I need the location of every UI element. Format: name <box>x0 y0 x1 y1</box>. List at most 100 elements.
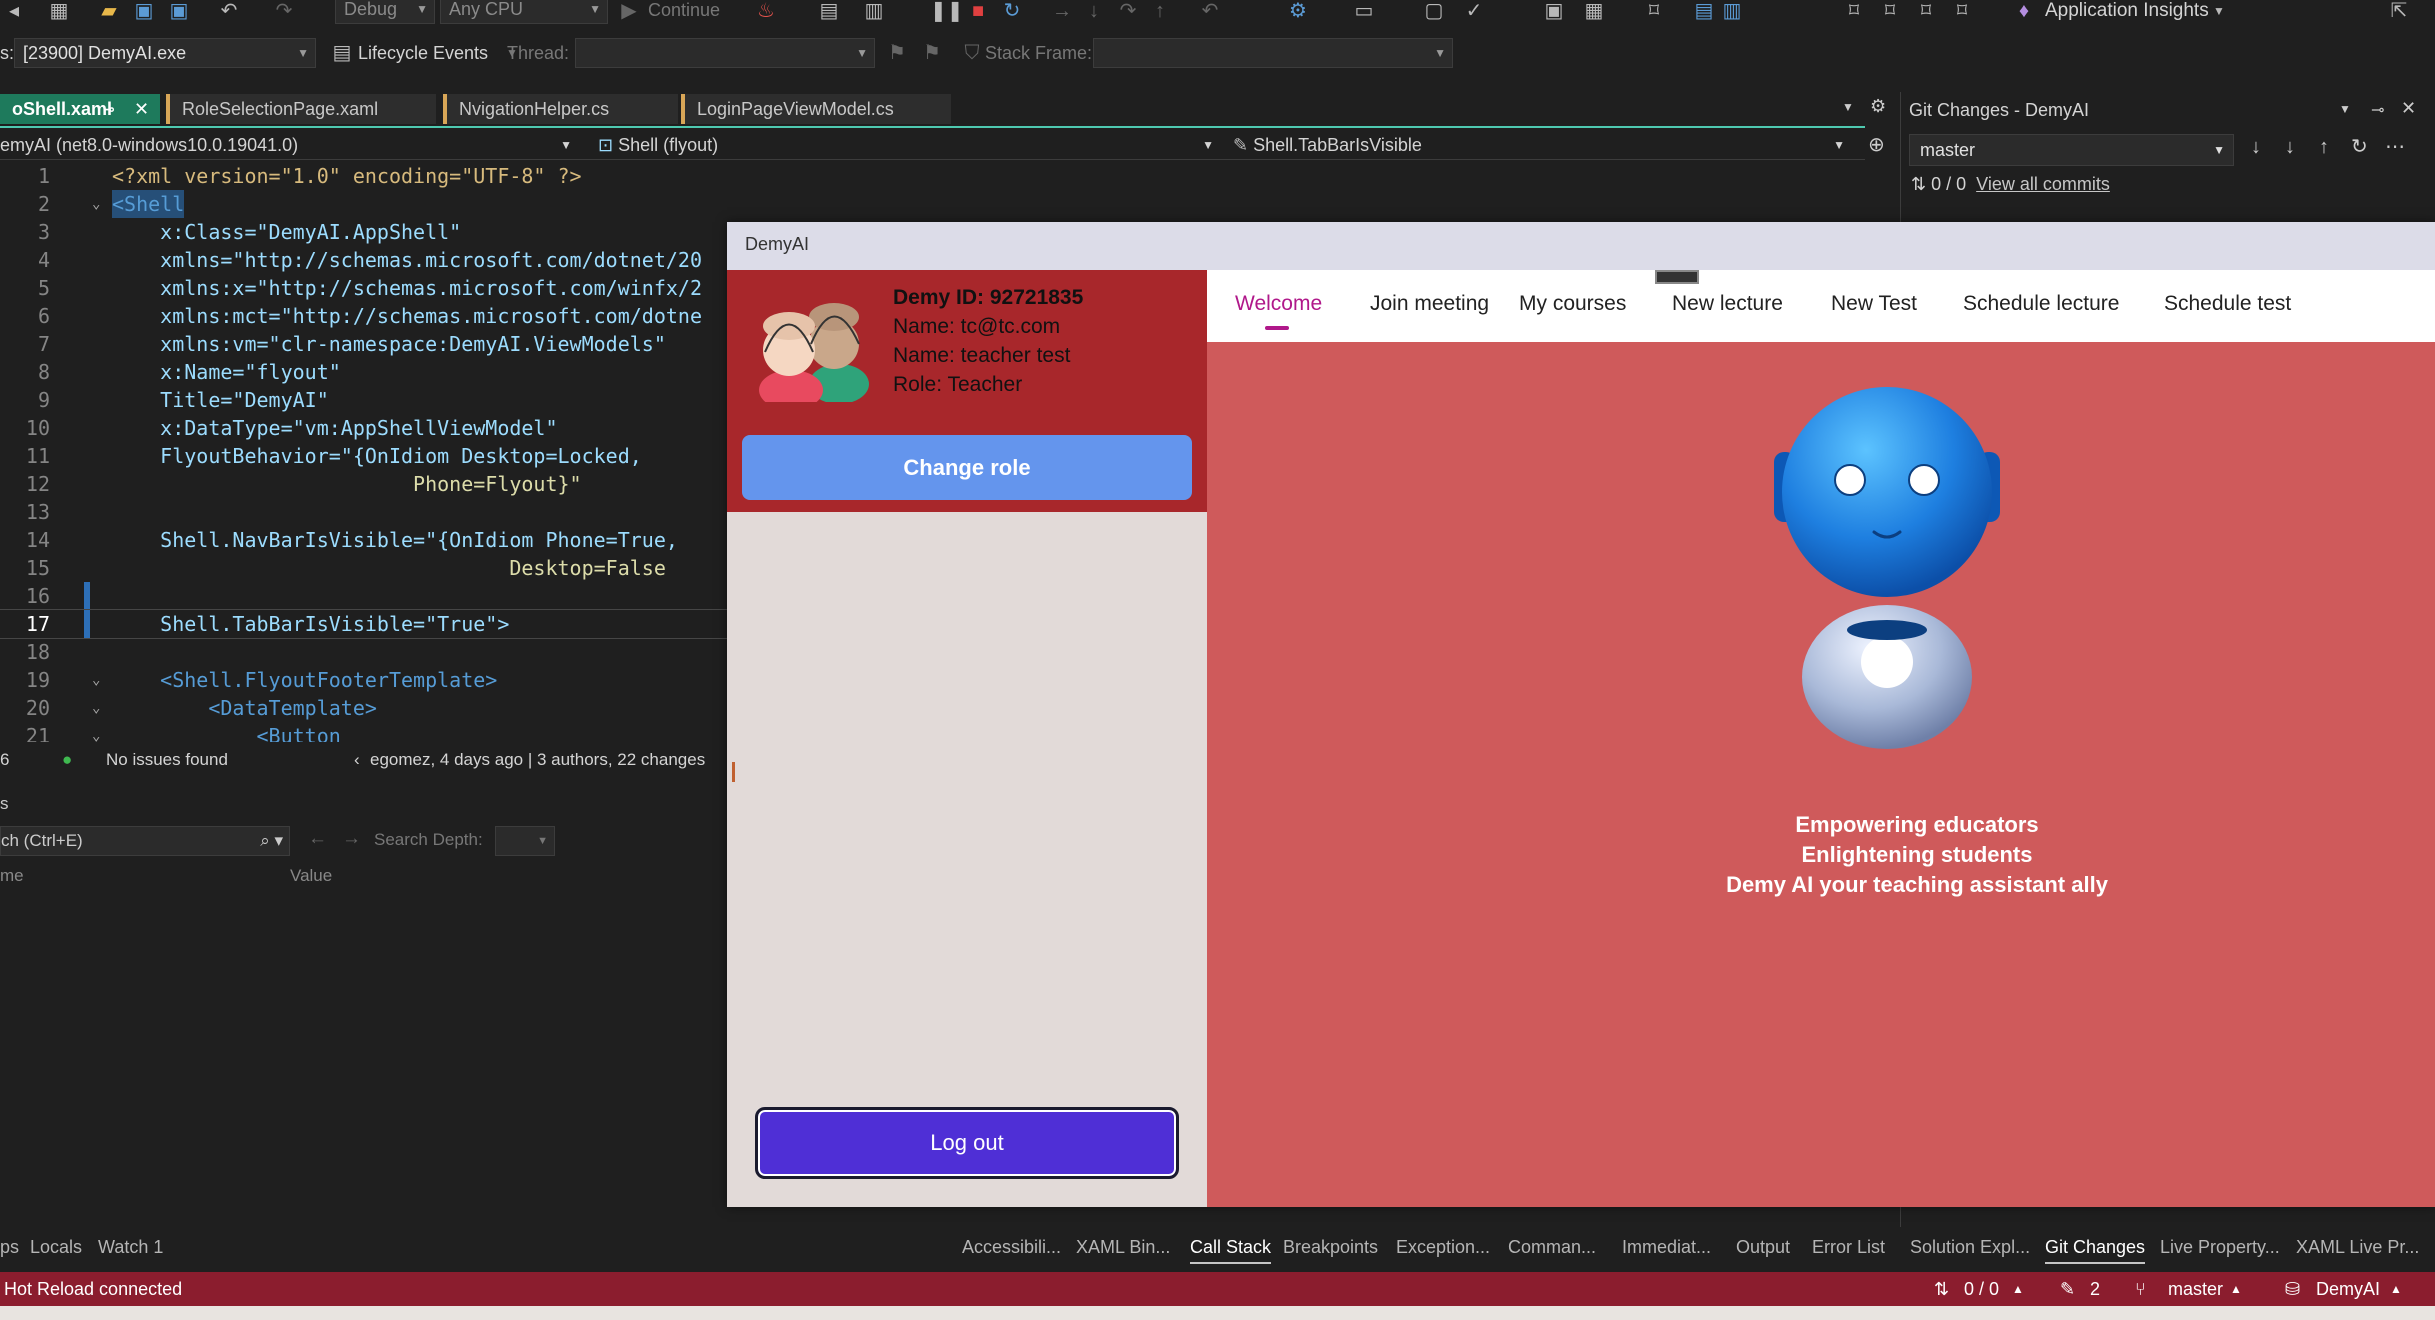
drag-handle[interactable] <box>1655 270 1699 284</box>
fetch-icon[interactable]: ↓ <box>2251 136 2261 159</box>
bookmark-icon[interactable]: ⌑ <box>1640 0 1668 24</box>
sync-icon[interactable]: ↻ <box>2351 134 2368 159</box>
application-insights-button[interactable]: Application Insights <box>2045 0 2209 26</box>
continue-button[interactable]: Continue <box>648 0 720 25</box>
settings-gear-icon[interactable]: ⚙ <box>1870 96 1886 117</box>
spell-check-icon[interactable]: ✓ <box>1460 0 1488 24</box>
redo-icon[interactable]: ↷ <box>270 0 298 24</box>
diagnostics-icon[interactable]: ▥ <box>860 0 888 24</box>
collapse-icon[interactable]: ⌄ <box>92 694 100 722</box>
branch-name[interactable]: master <box>2168 1272 2223 1306</box>
tab-join-meeting[interactable]: Join meeting <box>1370 292 1489 316</box>
view-all-commits-link[interactable]: View all commits <box>1976 174 2110 194</box>
tab-output[interactable]: Output <box>1736 1232 1790 1262</box>
device-icon[interactable]: ▭ <box>1350 0 1378 24</box>
code-editor[interactable]: 1 <?xml version="1.0" encoding="UTF-8" ?>… <box>0 162 730 742</box>
bookmark-next-icon[interactable]: ⌑ <box>1912 0 1940 24</box>
tab-login-page-viewmodel[interactable]: LoginPageViewModel.cs <box>681 94 951 124</box>
hot-reload-status[interactable]: Hot Reload connected <box>4 1272 182 1306</box>
git-blame-info[interactable]: egomez, 4 days ago | 3 authors, 22 chang… <box>370 746 705 774</box>
search-depth-select[interactable]: ▼ <box>495 826 555 856</box>
thread-select[interactable]: ▼ <box>575 38 875 68</box>
tab-error-list[interactable]: Error List <box>1812 1232 1885 1262</box>
step-out-icon[interactable]: ↑ <box>1146 0 1174 24</box>
scope-select[interactable]: ⊡ Shell (flyout) ▼ <box>598 132 1218 158</box>
stop-icon[interactable]: ■ <box>964 0 992 24</box>
tab-my-courses[interactable]: My courses <box>1519 292 1626 316</box>
bookmark-toggle-icon[interactable]: ⌑ <box>1840 0 1868 24</box>
more-options-icon[interactable]: ⋯ <box>2385 134 2405 159</box>
open-folder-icon[interactable]: ▰ <box>95 0 123 24</box>
hot-reload-ui-icon[interactable]: ▣ <box>1540 0 1568 24</box>
column-value-header[interactable]: Value <box>290 866 332 886</box>
close-icon[interactable]: ✕ <box>2401 98 2416 119</box>
hot-reload-icon[interactable]: ♨ <box>752 0 780 24</box>
close-icon[interactable]: ✕ <box>134 94 149 124</box>
tab-watch-1[interactable]: Watch 1 <box>98 1232 163 1262</box>
search-icon[interactable]: ⌕ ▾ <box>260 827 283 855</box>
performance-icon[interactable]: ⚙ <box>1284 0 1312 24</box>
share-icon[interactable]: ⇱ <box>2385 0 2413 24</box>
push-icon[interactable]: ↑ <box>2319 136 2329 159</box>
tab-locals[interactable]: Locals <box>30 1232 82 1262</box>
platform-select[interactable]: Any CPU ▼ <box>440 0 608 24</box>
member-select[interactable]: ✎ Shell.TabBarIsVisible ▼ <box>1233 132 1853 158</box>
tab-autos[interactable]: ps <box>0 1232 19 1262</box>
stack-frame-select[interactable]: ▼ <box>1093 38 1453 68</box>
pin-icon[interactable]: ⊸ <box>2371 100 2384 120</box>
pin-icon[interactable]: ⊸ <box>103 94 115 124</box>
save-icon[interactable]: ▣ <box>130 0 158 24</box>
xaml-tools-icon[interactable]: ▢ <box>1420 0 1448 24</box>
tab-command[interactable]: Comman... <box>1508 1232 1596 1262</box>
lightbulb-icon[interactable]: ♦ <box>2010 0 2038 24</box>
undo-icon[interactable]: ↶ <box>215 0 243 24</box>
step-back-icon[interactable]: ↶ <box>1196 0 1224 24</box>
flag-all-icon[interactable]: ⚑ <box>918 42 946 66</box>
tab-immediate[interactable]: Immediat... <box>1622 1232 1711 1262</box>
collapse-icon[interactable]: ⌄ <box>92 722 100 742</box>
tab-welcome[interactable]: Welcome <box>1235 292 1322 316</box>
pending-edits[interactable]: 2 <box>2090 1272 2100 1306</box>
chevron-down-icon[interactable]: ▼ <box>2339 102 2351 116</box>
repo-name[interactable]: DemyAI <box>2316 1272 2380 1306</box>
process-select[interactable]: [23900] DemyAI.exe ▼ <box>14 38 316 68</box>
bookmark-prev-icon[interactable]: ⌑ <box>1876 0 1904 24</box>
back-arrow-icon[interactable]: ← <box>308 828 327 850</box>
tab-schedule-test[interactable]: Schedule test <box>2164 292 2291 316</box>
chevron-down-icon[interactable]: ▼ <box>2205 0 2233 24</box>
zoom-level[interactable]: 6 <box>0 746 9 774</box>
issues-status[interactable]: No issues found <box>106 746 228 774</box>
tab-schedule-lecture[interactable]: Schedule lecture <box>1963 292 2119 316</box>
change-role-button[interactable]: Change role <box>742 435 1192 500</box>
collapse-icon[interactable]: ⌄ <box>92 190 100 218</box>
new-project-icon[interactable]: ▦ <box>45 0 73 24</box>
restart-icon[interactable]: ↻ <box>998 0 1026 24</box>
lifecycle-events-button[interactable]: Lifecycle Events <box>358 38 488 68</box>
filter-icon[interactable]: ⛉ <box>958 42 986 66</box>
configuration-select[interactable]: Debug ▼ <box>335 0 435 24</box>
commit-counts[interactable]: 0 / 0 <box>1964 1272 1999 1306</box>
tab-xaml-live-preview[interactable]: XAML Live Pr... <box>2296 1232 2419 1262</box>
forward-arrow-icon[interactable]: → <box>342 828 361 850</box>
pull-icon[interactable]: ↓ <box>2285 136 2295 159</box>
tab-new-lecture[interactable]: New lecture <box>1672 292 1783 316</box>
flag-icon[interactable]: ⚑ <box>883 42 911 66</box>
tab-navigation-helper[interactable]: NvigationHelper.cs <box>443 94 678 124</box>
screenshot-icon[interactable]: ▦ <box>1580 0 1608 24</box>
search-input[interactable]: ch (Ctrl+E) ⌕ ▾ <box>0 826 290 856</box>
tab-live-property[interactable]: Live Property... <box>2160 1232 2280 1262</box>
tab-appshell-xaml[interactable]: oShell.xaml ⊸ ✕ <box>0 94 160 124</box>
step-into-icon[interactable]: ↓ <box>1080 0 1108 24</box>
browser-link-icon[interactable]: ▤ <box>815 0 843 24</box>
tab-solution-explorer[interactable]: Solution Expl... <box>1910 1232 2030 1262</box>
tab-call-stack[interactable]: Call Stack <box>1190 1232 1272 1264</box>
tab-new-test[interactable]: New Test <box>1831 292 1917 316</box>
project-select[interactable]: emyAI (net8.0-windows10.0.19041.0) ▼ <box>0 132 580 158</box>
tab-breakpoints[interactable]: Breakpoints <box>1283 1232 1378 1262</box>
tab-exceptions[interactable]: Exception... <box>1396 1232 1490 1262</box>
logout-button[interactable]: Log out <box>755 1107 1179 1179</box>
tab-role-selection-page[interactable]: RoleSelectionPage.xaml <box>166 94 436 124</box>
pause-icon[interactable]: ❚❚ <box>930 0 964 24</box>
step-over-icon[interactable]: ↷ <box>1114 0 1142 24</box>
uncomment-icon[interactable]: ▥ <box>1718 0 1746 24</box>
